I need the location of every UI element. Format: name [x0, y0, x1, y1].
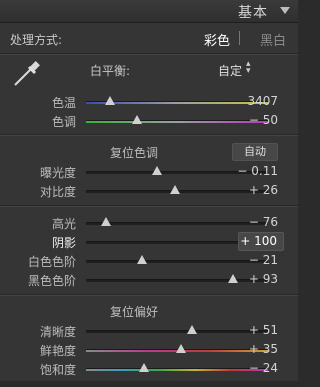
white-balance-select[interactable]: 自定 [218, 62, 242, 79]
slider-knob[interactable] [131, 115, 142, 124]
reset-tone-button[interactable]: 复位色调 [110, 144, 158, 161]
slider-knob[interactable] [170, 185, 181, 194]
slider-value[interactable]: − 21 [249, 253, 278, 267]
collapse-arrow-icon[interactable] [280, 7, 290, 14]
white-balance-label: 白平衡: [90, 64, 131, 78]
slider-row-shadows: 阴影 + 100 [0, 232, 298, 251]
slider-label: 色调 [51, 115, 76, 129]
slider-value[interactable]: − 24 [249, 361, 278, 375]
slider-label: 曝光度 [39, 166, 76, 180]
slider-row-contrast: 对比度 + 26 [0, 182, 298, 200]
slider-row-highlights: 高光 − 76 [0, 214, 298, 232]
slider-label: 饱和度 [39, 363, 76, 377]
slider-row-vibrance: 鲜艳度 + 35 [0, 341, 298, 359]
slider-label: 对比度 [39, 185, 76, 199]
slider-value[interactable]: + 51 [249, 323, 278, 337]
tint-track[interactable] [86, 120, 268, 123]
slider-knob[interactable] [175, 344, 186, 353]
slider-label: 白色色阶 [27, 255, 76, 269]
treatment-divider [239, 31, 240, 45]
slider-value[interactable]: + 93 [249, 272, 278, 286]
slider-label: 清晰度 [39, 325, 76, 339]
section-divider [0, 294, 298, 296]
panel-bottom-edge [0, 381, 298, 387]
slider-value[interactable]: + 35 [249, 342, 278, 356]
select-caret-icon[interactable]: ▴ ▾ [246, 60, 251, 76]
treatment-row: 处理方式: 彩色 黑白 [0, 24, 298, 52]
slider-knob[interactable] [186, 325, 197, 334]
slider-label: 黑色色阶 [27, 274, 76, 288]
slider-track[interactable] [86, 279, 268, 282]
slider-row-temp: 色温 3407 [0, 93, 298, 111]
treatment-label: 处理方式: [10, 33, 63, 47]
slider-row-saturation: 饱和度 − 24 [0, 360, 298, 378]
slider-knob[interactable] [137, 255, 148, 264]
slider-track[interactable] [86, 222, 268, 225]
slider-knob[interactable] [228, 274, 239, 283]
slider-track[interactable] [86, 260, 268, 263]
slider-track[interactable] [86, 330, 268, 333]
slider-label: 高光 [51, 217, 76, 231]
slider-value[interactable]: 3407 [247, 94, 278, 108]
slider-value[interactable]: − 50 [249, 113, 278, 127]
eyedropper-icon[interactable] [10, 58, 42, 90]
slider-value[interactable]: + 26 [249, 183, 278, 197]
color-option[interactable]: 彩色 [204, 30, 230, 49]
slider-row-clarity: 清晰度 + 51 [0, 322, 298, 340]
slider-value: + 100 [240, 234, 277, 248]
basic-panel: 基本 处理方式: 彩色 黑白 白平衡: 自定 ▴ ▾ 色温 3407 色调 − 5… [0, 0, 298, 387]
panel-header[interactable]: 基本 [0, 0, 298, 23]
section-divider [0, 53, 298, 55]
slider-knob[interactable] [139, 363, 150, 372]
auto-button[interactable]: 自动 [232, 143, 278, 161]
slider-value-box[interactable]: + 100 [238, 232, 284, 251]
slider-knob[interactable] [101, 217, 112, 226]
slider-row-exposure: 曝光度 − 0.11 [0, 163, 298, 181]
slider-row-tint: 色调 − 50 [0, 112, 298, 130]
saturation-track[interactable] [86, 368, 268, 371]
section-divider [0, 205, 298, 207]
slider-label: 鲜艳度 [39, 344, 76, 358]
reset-presence-button[interactable]: 复位偏好 [110, 303, 158, 320]
slider-row-blacks: 黑色色阶 + 93 [0, 271, 298, 289]
slider-value[interactable]: − 0.11 [237, 164, 278, 178]
slider-label: 色温 [51, 96, 76, 110]
slider-value[interactable]: − 76 [249, 215, 278, 229]
slider-knob[interactable] [104, 96, 115, 105]
section-divider [0, 134, 298, 136]
bw-option[interactable]: 黑白 [260, 30, 286, 49]
slider-knob[interactable] [151, 166, 162, 175]
slider-row-whites: 白色色阶 − 21 [0, 252, 298, 270]
slider-label: 阴影 [51, 236, 76, 250]
panel-title: 基本 [238, 5, 268, 21]
